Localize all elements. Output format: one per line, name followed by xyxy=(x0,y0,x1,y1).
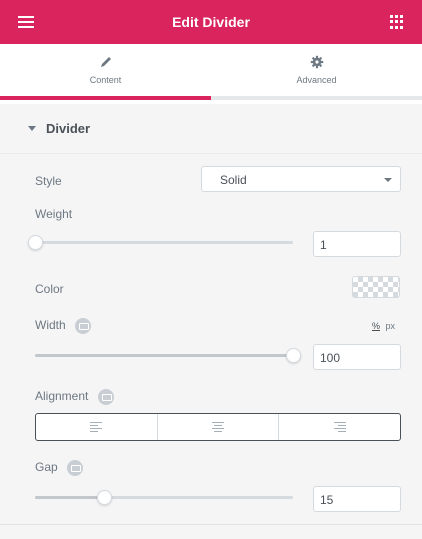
width-slider-handle[interactable] xyxy=(285,348,301,363)
align-right-button[interactable] xyxy=(279,414,400,440)
panel-header: Edit Divider xyxy=(0,0,422,44)
pencil-icon xyxy=(99,55,113,69)
width-slider-fill xyxy=(35,354,293,357)
tab-content-label: Content xyxy=(89,75,122,85)
align-right-icon xyxy=(333,422,346,432)
unit-px[interactable]: px xyxy=(386,321,396,331)
align-left-icon xyxy=(90,422,103,432)
section-title: Divider xyxy=(46,121,91,136)
weight-slider[interactable] xyxy=(27,235,293,250)
chevron-down-icon xyxy=(384,178,392,182)
section-divider-header[interactable]: Divider xyxy=(0,104,422,154)
weight-input[interactable]: 1 xyxy=(313,231,401,257)
panel-title: Edit Divider xyxy=(172,14,250,30)
gap-slider[interactable] xyxy=(35,490,293,505)
align-left-button[interactable] xyxy=(36,414,158,440)
divider-line xyxy=(0,524,422,525)
tab-advanced[interactable]: Advanced xyxy=(211,44,422,96)
gap-input[interactable]: 15 xyxy=(313,486,401,512)
width-label-row: Width xyxy=(35,318,92,334)
align-center-button[interactable] xyxy=(158,414,280,440)
tab-content[interactable]: Content xyxy=(0,44,211,100)
gap-label-row: Gap xyxy=(35,460,84,476)
style-select-value: Solid xyxy=(220,173,247,187)
align-center-icon xyxy=(212,422,224,432)
width-slider[interactable] xyxy=(35,348,301,363)
gear-icon xyxy=(310,55,324,69)
alignment-choices xyxy=(35,413,401,441)
gap-label: Gap xyxy=(35,460,58,475)
responsive-desktop-icon[interactable] xyxy=(67,460,84,476)
alignment-label-row: Alignment xyxy=(35,389,114,405)
width-units: % px xyxy=(372,321,395,331)
caret-down-icon xyxy=(28,126,36,131)
tab-bar: Content Advanced xyxy=(0,44,422,100)
style-select[interactable]: Solid xyxy=(201,166,401,192)
weight-label: Weight xyxy=(35,207,73,221)
grid-icon[interactable] xyxy=(390,15,404,29)
responsive-desktop-icon[interactable] xyxy=(97,389,114,405)
width-input[interactable]: 100 xyxy=(313,344,401,370)
gap-slider-fill xyxy=(35,496,105,499)
alignment-label: Alignment xyxy=(35,389,89,404)
color-label: Color xyxy=(35,282,64,296)
weight-slider-handle[interactable] xyxy=(27,235,43,250)
width-label: Width xyxy=(35,318,66,333)
style-label: Style xyxy=(35,174,62,188)
responsive-desktop-icon[interactable] xyxy=(75,318,92,334)
unit-percent[interactable]: % xyxy=(372,321,380,331)
tab-advanced-label: Advanced xyxy=(296,75,337,85)
hamburger-icon[interactable] xyxy=(18,16,34,28)
color-picker[interactable] xyxy=(352,276,400,298)
